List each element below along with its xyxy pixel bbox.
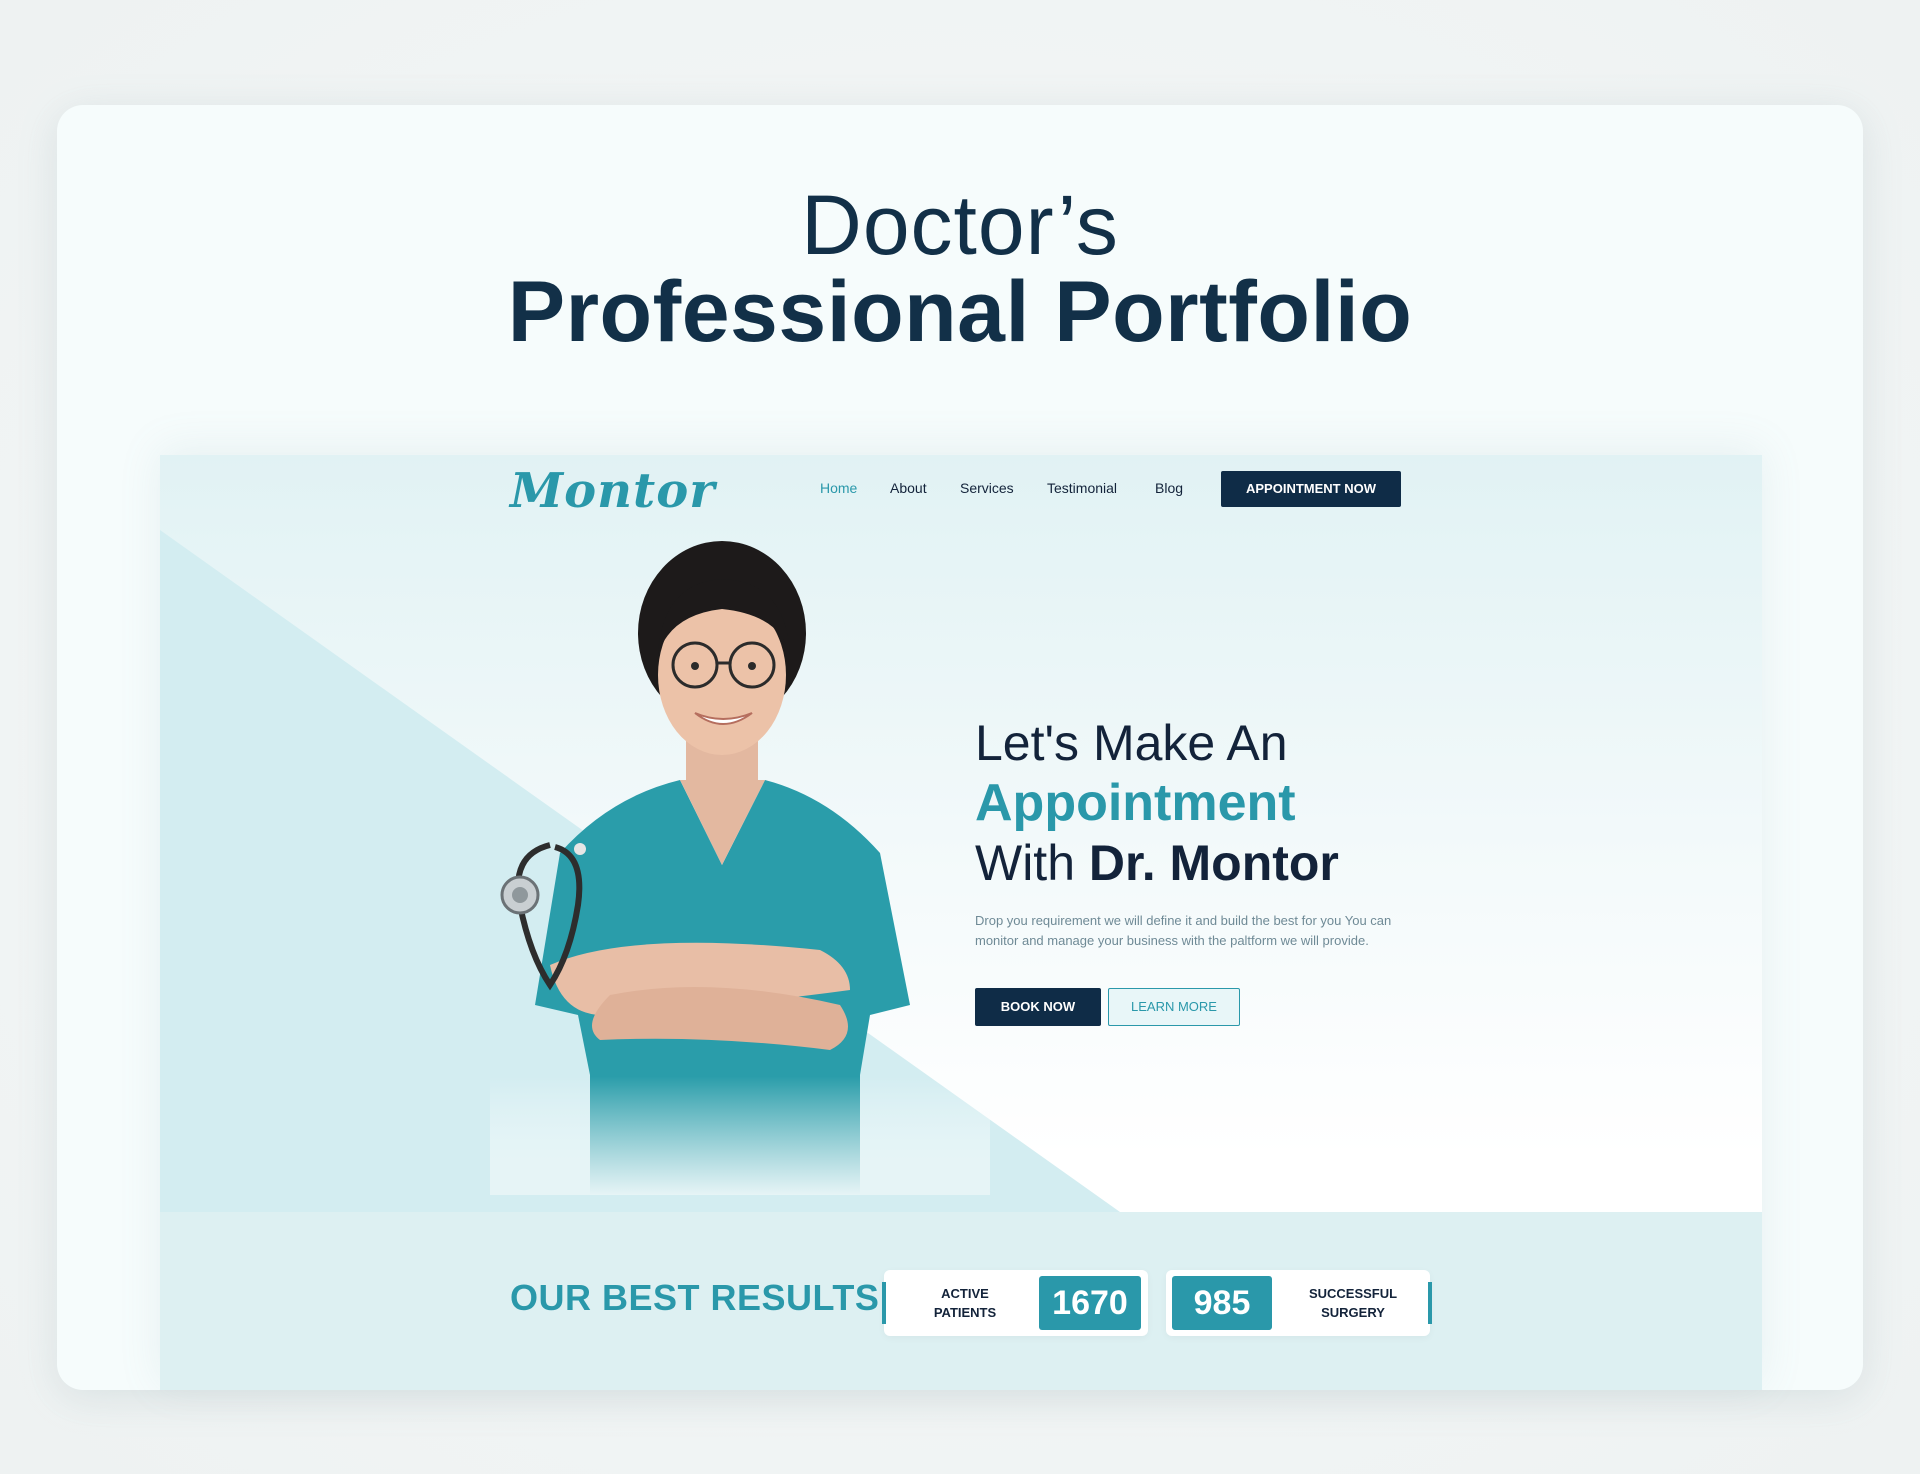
hero-line2: Appointment [975,774,1296,832]
results-title: OUR BEST RESULTS [510,1277,880,1318]
stat-label: SUCCESSFUL SURGERY [1308,1286,1398,1320]
nav-item-home[interactable]: Home [820,480,857,496]
stat-value: 1670 [1039,1276,1141,1330]
hero-line3-prefix: With [975,835,1089,891]
website-mockup: Montor Home About Services Testimonial B… [160,455,1762,1390]
learn-more-button[interactable]: LEARN MORE [1108,988,1240,1026]
stat-card-successful-surgery: 985 SUCCESSFUL SURGERY [1166,1270,1432,1336]
hero-line1: Let's Make An [975,715,1288,771]
stat-label: ACTIVE PATIENTS [933,1286,997,1320]
hero-description: Drop you requirement we will define it a… [975,913,1392,948]
nav-item-about[interactable]: About [890,480,927,496]
hero-line3: With Dr. Montor [975,833,1535,893]
stat-accent-bar [882,1282,886,1324]
hero-content: Let's Make An Appointment With Dr. Monto… [975,713,1535,951]
page-background: Doctor’s Professional Portfolio Montor H… [0,0,1920,1474]
nav-item-services[interactable]: Services [960,480,1014,496]
site-logo[interactable]: Montor [510,463,716,519]
showcase-headline: Doctor’s Professional Portfolio [0,180,1920,360]
stethoscope-icon [500,842,586,991]
showcase-title-line1: Doctor’s [801,178,1119,272]
stat-value: 985 [1172,1276,1272,1330]
hero-doctor-name: Dr. Montor [1088,835,1339,891]
nav-item-testimonial[interactable]: Testimonial [1047,480,1117,496]
showcase-title-line2: Professional Portfolio [507,264,1413,360]
nav-item-blog[interactable]: Blog [1155,480,1183,496]
book-now-button[interactable]: BOOK NOW [975,988,1101,1026]
appointment-now-button[interactable]: APPOINTMENT NOW [1221,471,1401,507]
stat-card-active-patients: ACTIVE PATIENTS 1670 [882,1270,1148,1336]
stat-accent-bar [1428,1282,1432,1324]
